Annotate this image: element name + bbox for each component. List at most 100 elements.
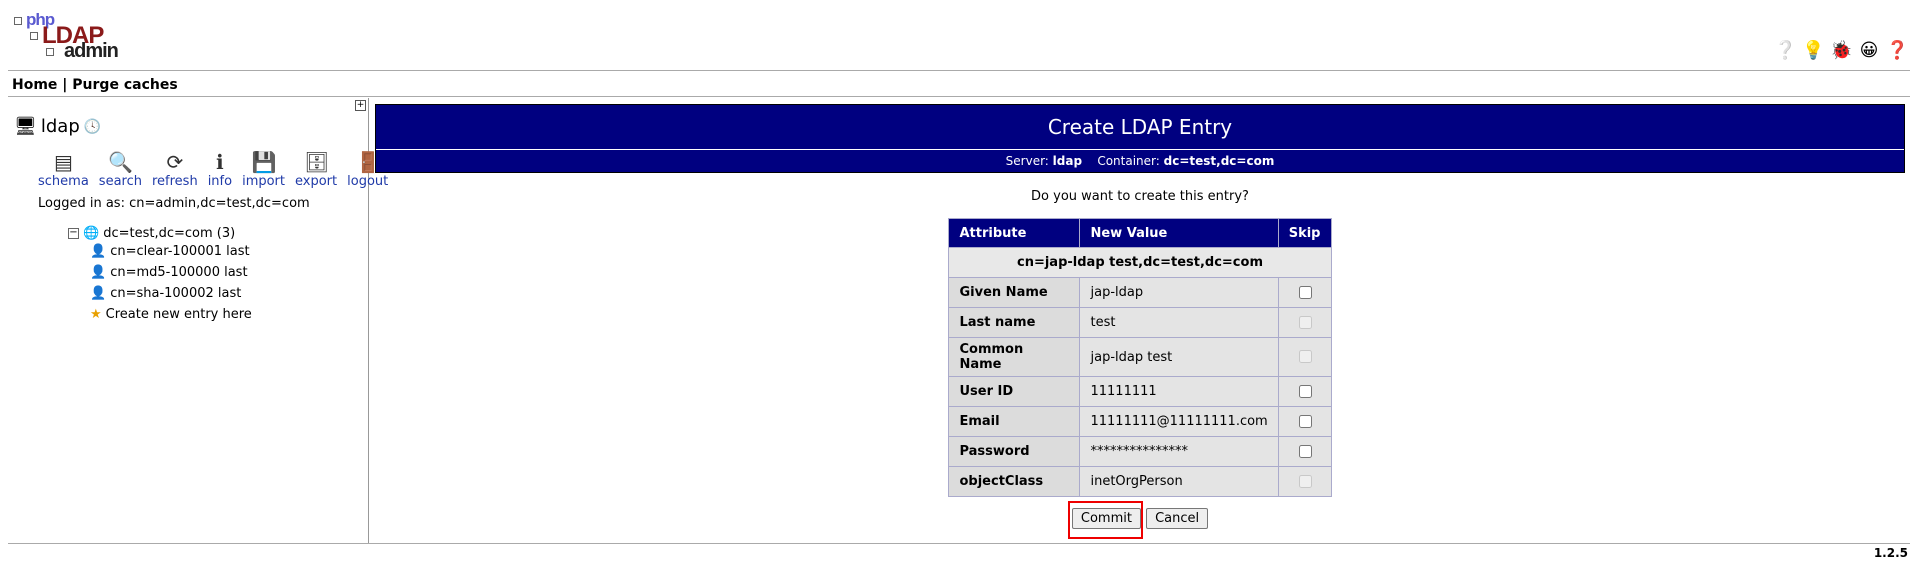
skip-cell xyxy=(1277,436,1332,467)
phpldapadmin-logo: php LDAP admin xyxy=(14,10,124,62)
dn-row: cn=jap-ldap test,dc=test,dc=com xyxy=(948,247,1332,278)
user-icon: 👤 xyxy=(90,244,107,259)
action-label: refresh xyxy=(151,174,198,189)
tree-root[interactable]: − 🌐 dc=test,dc=com (3) xyxy=(68,226,252,241)
skip-checkbox xyxy=(1298,474,1312,488)
action-label: import xyxy=(242,174,286,189)
attr-name: Email xyxy=(948,406,1081,437)
bulb-icon[interactable]: 💡 xyxy=(1802,40,1824,62)
attr-value: test xyxy=(1079,307,1279,338)
clock-icon: 🕓 xyxy=(83,118,102,135)
logo-admin: admin xyxy=(64,40,119,62)
container-label: Container: xyxy=(1097,154,1160,168)
table-row: objectClass inetOrgPerson xyxy=(948,466,1332,497)
globe-icon: 🌐 xyxy=(83,226,100,241)
form-buttons: Commit Cancel xyxy=(375,501,1905,539)
attr-name: objectClass xyxy=(948,466,1081,497)
attr-name: Password xyxy=(948,436,1081,467)
tree-item[interactable]: 👤 cn=md5-100000 last xyxy=(90,262,252,283)
info-icon: ℹ xyxy=(216,150,224,174)
bug-icon[interactable]: 🐞 xyxy=(1830,40,1852,62)
page-title: Create LDAP Entry xyxy=(1047,115,1233,139)
purge-caches-link[interactable]: Purge caches xyxy=(72,77,177,93)
import-icon: 💾 xyxy=(251,150,277,174)
attr-value: jap-ldap test xyxy=(1079,337,1279,377)
user-icon: 👤 xyxy=(90,265,107,280)
confirm-prompt: Do you want to create this entry? xyxy=(1031,189,1249,204)
skip-checkbox[interactable] xyxy=(1298,285,1312,299)
attr-value: 11111111 xyxy=(1079,376,1279,407)
table-row: User ID 11111111 xyxy=(948,376,1332,407)
server-label: Server: xyxy=(1005,154,1049,168)
entry-table: Attribute New Value Skip cn=jap-ldap tes… xyxy=(948,218,1332,497)
commit-highlight-box xyxy=(1068,501,1143,539)
tree-item-label[interactable]: cn=sha-100002 last xyxy=(110,286,241,301)
skip-checkbox[interactable] xyxy=(1298,444,1312,458)
tree-item[interactable]: 👤 cn=sha-100002 last xyxy=(90,283,252,304)
create-new-entry-label[interactable]: Create new entry here xyxy=(106,307,252,322)
skip-cell xyxy=(1277,337,1332,377)
server-heading: 🖥 ldap 🕓 xyxy=(14,116,101,137)
tree-item[interactable]: 👤 cn=clear-100001 last xyxy=(90,241,252,262)
divider xyxy=(8,70,1910,71)
table-header: Attribute New Value Skip xyxy=(948,218,1332,248)
attr-name: Common Name xyxy=(948,337,1081,377)
create-new-entry[interactable]: ★ Create new entry here xyxy=(90,304,252,325)
help-icon[interactable]: ❓ xyxy=(1886,40,1908,62)
table-row: Password *************** xyxy=(948,436,1332,467)
main-panel: Create LDAP Entry Server: ldap Container… xyxy=(375,104,1905,539)
skip-cell xyxy=(1277,406,1332,437)
skip-cell xyxy=(1277,466,1332,497)
collapse-icon[interactable]: − xyxy=(68,228,79,239)
skip-cell xyxy=(1277,277,1332,308)
action-label: search xyxy=(98,174,142,189)
header-skip: Skip xyxy=(1277,218,1332,248)
tree-root-label[interactable]: dc=test,dc=com (3) xyxy=(103,226,235,241)
sidebar: + 🖥 ldap 🕓 ▤ schema 🔍 search ⟳ refresh ℹ inf… xyxy=(8,98,388,543)
top-icon-bar: ❔ 💡 🐞 😀 ❓ xyxy=(1774,40,1908,62)
ldap-tree: − 🌐 dc=test,dc=com (3) 👤 cn=clear-100001 … xyxy=(68,226,252,325)
action-refresh[interactable]: ⟳ refresh xyxy=(152,150,198,189)
action-info[interactable]: ℹ info xyxy=(208,150,232,189)
attr-value: 11111111@11111111.com xyxy=(1079,406,1279,437)
version-label: 1.2.5 xyxy=(1873,546,1908,560)
table-row: Last name test xyxy=(948,307,1332,338)
action-schema[interactable]: ▤ schema xyxy=(38,150,89,189)
server-name[interactable]: ldap xyxy=(41,116,80,137)
skip-cell xyxy=(1277,307,1332,338)
cancel-button[interactable]: Cancel xyxy=(1146,508,1209,529)
action-search[interactable]: 🔍 search xyxy=(99,150,142,189)
server-actions: ▤ schema 🔍 search ⟳ refresh ℹ info 💾 import 🗄… xyxy=(38,150,388,189)
divider xyxy=(8,96,1910,97)
action-label: info xyxy=(207,174,233,189)
tree-item-label[interactable]: cn=clear-100001 last xyxy=(110,244,249,259)
action-import[interactable]: 💾 import xyxy=(242,150,285,189)
logo-box-icon xyxy=(30,32,38,40)
subtitle: Server: ldap Container: dc=test,dc=com xyxy=(376,149,1904,172)
skip-checkbox xyxy=(1298,350,1312,363)
top-menu: Home | Purge caches xyxy=(12,77,178,93)
menu-separator: | xyxy=(62,77,68,93)
user-icon: 👤 xyxy=(90,286,107,301)
search-icon: 🔍 xyxy=(108,150,134,174)
home-link[interactable]: Home xyxy=(12,77,57,93)
refresh-icon: ⟳ xyxy=(166,150,184,174)
action-export[interactable]: 🗄 export xyxy=(295,150,337,189)
skip-cell xyxy=(1277,376,1332,407)
expand-icon[interactable]: + xyxy=(355,100,366,111)
server-icon: 🖥 xyxy=(14,116,37,137)
tree-item-label[interactable]: cn=md5-100000 last xyxy=(110,265,247,280)
server-value: ldap xyxy=(1052,154,1083,168)
attr-name: Last name xyxy=(948,307,1081,338)
divider xyxy=(8,543,1910,544)
attr-name: User ID xyxy=(948,376,1081,407)
header-attribute: Attribute xyxy=(948,218,1081,248)
help-small-icon[interactable]: ❔ xyxy=(1774,40,1796,62)
attr-value: inetOrgPerson xyxy=(1079,466,1279,497)
container-value: dc=test,dc=com xyxy=(1163,154,1275,168)
skip-checkbox[interactable] xyxy=(1298,384,1312,398)
smiley-icon[interactable]: 😀 xyxy=(1858,40,1880,62)
star-icon: ★ xyxy=(90,307,102,322)
attr-value: jap-ldap xyxy=(1079,277,1279,308)
skip-checkbox[interactable] xyxy=(1298,414,1312,428)
